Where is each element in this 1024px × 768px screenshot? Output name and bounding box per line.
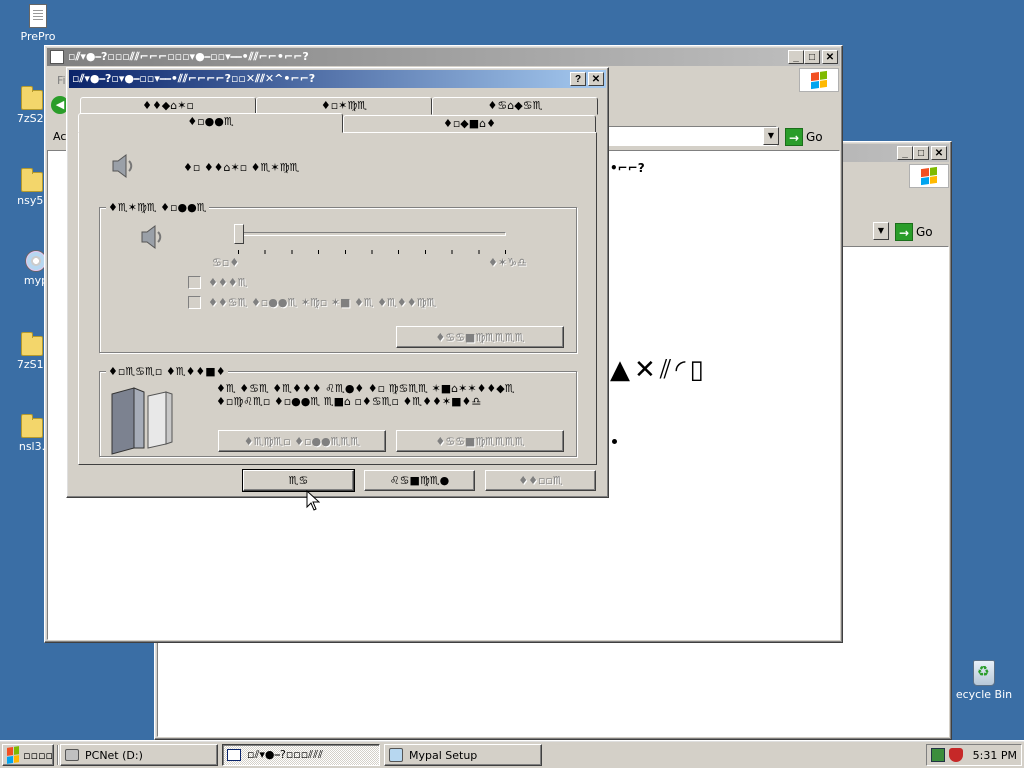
windows-logo-icon <box>7 746 20 764</box>
folder-icon <box>21 86 43 110</box>
mute-label: ♦♦♦♏ <box>208 276 248 289</box>
slider-high-label: ♦✶♑♎ <box>488 256 527 269</box>
slider-ticks <box>238 250 506 254</box>
go-label: Go <box>806 130 823 144</box>
network-drive-icon <box>65 749 79 761</box>
go-arrow-icon: → <box>895 223 913 241</box>
system-tray: 5:31 PM <box>926 744 1022 766</box>
bullet-dot <box>612 439 617 444</box>
task-label: ▫⫽▾●⎯?▫▫▫⫽⫽⫽ <box>247 748 323 761</box>
clock[interactable]: 5:31 PM <box>973 749 1017 762</box>
window-icon <box>227 749 241 761</box>
start-button[interactable]: ▫▫▫▫ <box>2 744 54 766</box>
minimize-button[interactable]: _ <box>788 50 804 64</box>
go-arrow-icon: → <box>785 128 803 146</box>
speaker-settings-legend: ♦▫♏♋♏▫ ♦♏♦♦■♦ <box>106 365 228 378</box>
window-icon <box>50 50 64 64</box>
go-button[interactable]: → Go <box>895 222 933 242</box>
desktop-icon-label: ecycle Bin <box>955 688 1013 701</box>
task-label: PCNet (D:) <box>85 748 143 762</box>
mouse-cursor-icon <box>306 490 320 511</box>
close-button[interactable]: ✕ <box>588 72 604 86</box>
tab-page: ♦▫ ♦♦⌂✶▫ ♦♏✶♍♏ ♦♏✶♍♏ ♦▫●●♏ ♋▫♦ ♦✶♑♎ ♦♦♦♏… <box>78 132 597 465</box>
task-label: Mypal Setup <box>409 748 478 762</box>
folder-icon <box>21 332 43 356</box>
sounds-dialog[interactable]: ▫⫽▾●⎯?▫▾●⎯▫▫▾⎯⎯•⫽⫽⌐⌐⌐⌐?▫▫✕⫽⫽✕^•⌐⌐? ? ✕ ♦… <box>66 67 609 498</box>
large-status-glyphs: ▲✕⫽◜▯ <box>610 355 708 385</box>
speaker-icon <box>112 154 133 178</box>
menu-file[interactable]: Fi <box>57 74 66 87</box>
dialog-titlebar[interactable]: ▫⫽▾●⎯?▫▾●⎯▫▫▾⎯⎯•⫽⫽⌐⌐⌐⌐?▫▫✕⫽⫽✕^•⌐⌐? <box>69 70 606 88</box>
speakers-icon <box>111 387 173 455</box>
folder-icon <box>21 414 43 438</box>
speaker-volume-button[interactable]: ♦♏♍♏▫ ♦▫●●♏♏♏ <box>218 430 386 452</box>
setup-icon <box>389 748 403 762</box>
windows-logo-icon <box>799 68 839 92</box>
folder-icon <box>21 168 43 192</box>
tray-icon-label: ♦♦♋♏ ♦▫●●♏ ✶♍▫ ✶■ ♦♏ ♦♏♦♦♍♏ <box>208 296 437 309</box>
tab-hardware[interactable]: ♦▫◆■⌂♦ <box>343 115 596 133</box>
mute-checkbox[interactable] <box>188 276 201 289</box>
tab-3[interactable]: ♦♋⌂◆♋♏ <box>432 97 598 115</box>
address-field[interactable] <box>605 126 777 146</box>
ok-button[interactable]: ♏♋ <box>242 469 355 492</box>
recycle-bin-icon <box>973 660 995 686</box>
security-shield-icon[interactable] <box>949 748 963 762</box>
close-button[interactable]: ✕ <box>822 50 838 64</box>
dialog-title: ▫⫽▾●⎯?▫▾●⎯▫▫▾⎯⎯•⫽⫽⌐⌐⌐⌐?▫▫✕⫽⫽✕^•⌐⌐? <box>72 72 316 85</box>
speaker-icon <box>141 225 162 249</box>
speaker-advanced-button[interactable]: ♦♋♋■♍♏♏♏♏ <box>396 430 564 452</box>
go-label: Go <box>916 225 933 239</box>
close-button[interactable]: ✕ <box>931 146 947 160</box>
speaker-description: ♦♏ ♦♋♏ ♦♏♦♦♦ ♌♏●♦ ♦▫ ♍♋♏♏ ✶■⌂✶✶♦♦◆♏ ♦▫♍♌… <box>216 382 515 408</box>
desktop-icon-recycle-bin[interactable]: ecycle Bin <box>944 660 1024 701</box>
content-text: •⌐⌐? <box>610 161 645 175</box>
slider-track <box>238 232 506 236</box>
device-volume-group: ♦♏✶♍♏ ♦▫●●♏ ♋▫♦ ♦✶♑♎ ♦♦♦♏ ♦♦♋♏ ♦▫●●♏ ✶♍▫… <box>99 201 577 353</box>
middle-window-title: ▫⫽▾●⎯?▫▫▫⫽⫽⌐⌐⌐▫▫▫▾●⎯▫▫▾⎯⎯•⫽⫽⌐⌐•⌐⌐? <box>68 50 309 63</box>
desktop-icon-prepro[interactable]: PrePro <box>8 4 68 43</box>
go-button[interactable]: → Go <box>785 127 823 147</box>
windows-logo-icon <box>909 164 949 188</box>
desktop-icon-label: PrePro <box>20 30 56 43</box>
taskbar-separator <box>57 745 59 765</box>
address-dropdown-arrow[interactable]: ▼ <box>873 222 889 240</box>
network-tray-icon[interactable] <box>931 748 945 762</box>
document-icon <box>29 4 47 28</box>
help-button[interactable]: ? <box>570 72 586 86</box>
taskbar: ▫▫▫▫ PCNet (D:) ▫⫽▾●⎯?▫▫▫⫽⫽⫽ Mypal Setup… <box>0 740 1024 768</box>
middle-window-titlebar[interactable]: ▫⫽▾●⎯?▫▫▫⫽⫽⌐⌐⌐▫▫▫▾●⎯▫▫▾⎯⎯•⫽⫽⌐⌐•⌐⌐? <box>47 48 840 66</box>
minimize-button[interactable]: _ <box>897 146 913 160</box>
cancel-button[interactable]: ♌♋■♍♏● <box>364 470 475 491</box>
speaker-settings-group: ♦▫♏♋♏▫ ♦♏♦♦■♦ ♦♏ ♦♋♏ ♦♏♦♦♦ ♌♏●♦ ♦▫ ♍♋♏♏ … <box>99 365 577 457</box>
maximize-button[interactable]: □ <box>804 50 820 64</box>
device-volume-label: ♦▫ ♦♦⌂✶▫ ♦♏✶♍♏ <box>183 161 300 174</box>
apply-button[interactable]: ♦♦▫▫♏ <box>485 470 596 491</box>
slider-low-label: ♋▫♦ <box>212 256 240 269</box>
address-label: Ac <box>53 130 67 143</box>
task-button-active[interactable]: ▫⫽▾●⎯?▫▫▫⫽⫽⫽ <box>222 744 380 766</box>
task-button-mypal-setup[interactable]: Mypal Setup <box>384 744 542 766</box>
slider-thumb[interactable] <box>234 224 244 244</box>
volume-slider[interactable] <box>234 224 510 254</box>
advanced-volume-button[interactable]: ♦♋♋■♍♏♏♏♏ <box>396 326 564 348</box>
start-label: ▫▫▫▫ <box>23 748 53 762</box>
tray-icon-checkbox[interactable] <box>188 296 201 309</box>
maximize-button[interactable]: □ <box>913 146 929 160</box>
device-volume-legend: ♦♏✶♍♏ ♦▫●●♏ <box>106 201 209 214</box>
tab-volume[interactable]: ♦▫●●♏ <box>78 113 343 133</box>
address-dropdown-arrow[interactable]: ▼ <box>763 127 779 145</box>
task-button-pcnet[interactable]: PCNet (D:) <box>60 744 218 766</box>
